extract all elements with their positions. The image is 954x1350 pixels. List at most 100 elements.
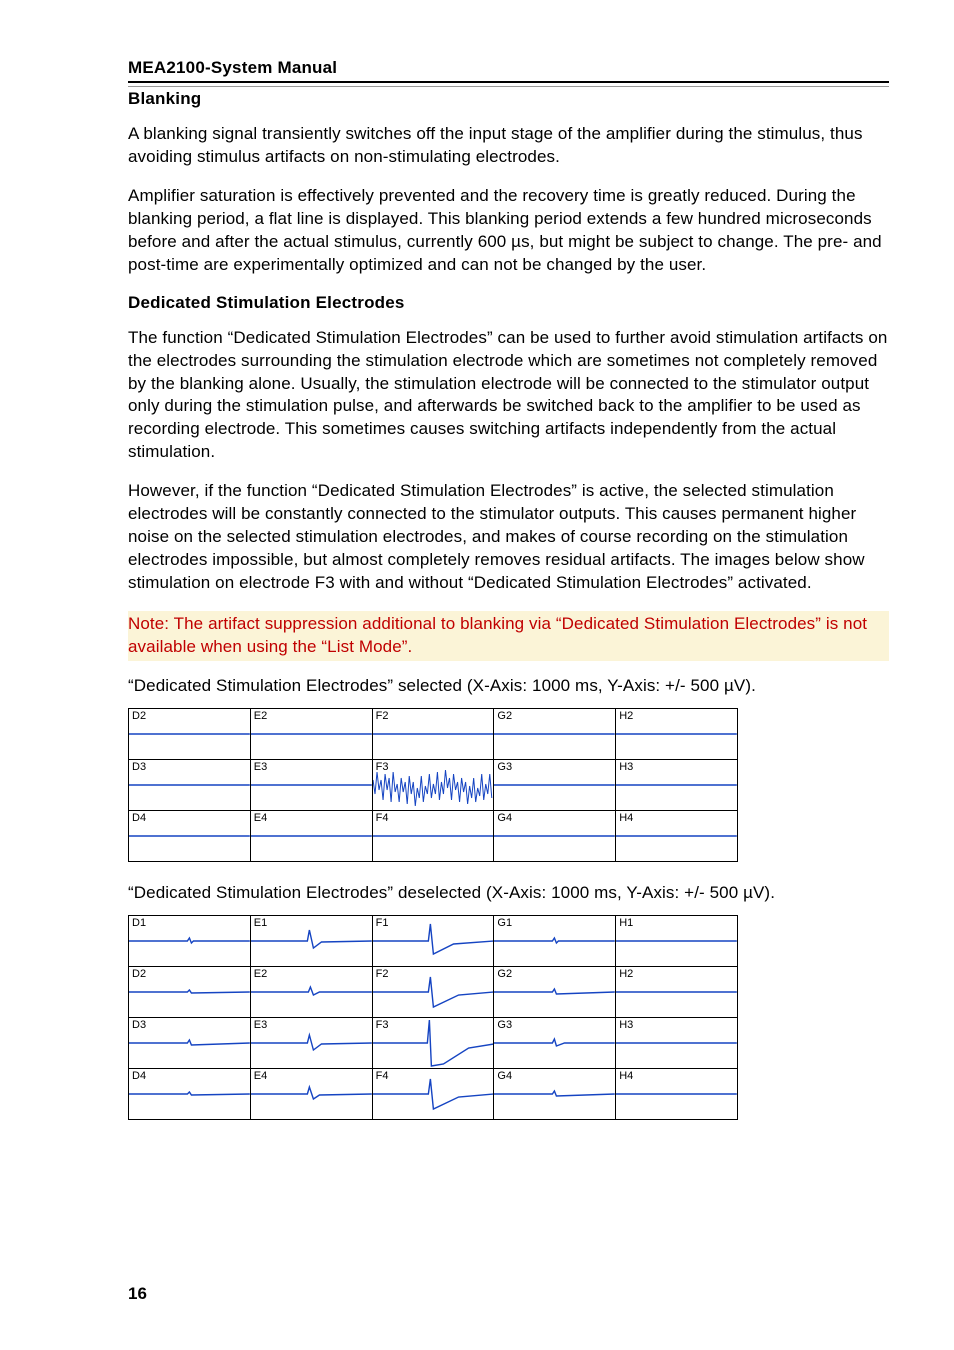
cell-F4: F4: [373, 811, 495, 861]
trace-icon: [373, 1069, 494, 1119]
trace-icon: [494, 709, 615, 759]
paragraph: Amplifier saturation is effectively prev…: [128, 185, 889, 277]
cell-label: E1: [254, 917, 267, 929]
cell-label: E4: [254, 812, 267, 824]
cell-E4: E4: [251, 1069, 373, 1119]
cell-label: D4: [132, 1070, 146, 1082]
cell-D2: D2: [129, 709, 251, 759]
cell-F1: F1: [373, 916, 495, 966]
cell-H1: H1: [616, 916, 737, 966]
trace-icon: [373, 811, 494, 861]
cell-label: D2: [132, 710, 146, 722]
cell-E3: E3: [251, 760, 373, 810]
trace-icon: [129, 760, 250, 810]
cell-label: G2: [497, 968, 512, 980]
cell-D3: D3: [129, 1018, 251, 1068]
trace-icon: [494, 760, 615, 810]
trace-icon: [616, 1018, 737, 1068]
cell-G3: G3: [494, 760, 616, 810]
cell-F3: F3: [373, 760, 495, 810]
cell-E1: E1: [251, 916, 373, 966]
electrode-grid-deselected: D1 E1 F1 G1 H1 D2 E2 F2 G2 H2: [128, 915, 738, 1120]
cell-label: F4: [376, 812, 389, 824]
electrode-grid-selected: D2 E2 F2 G2 H2 D3 E3 F3 G3 H3: [128, 708, 738, 862]
trace-icon: [616, 967, 737, 1017]
trace-icon: [129, 1018, 250, 1068]
cell-D4: D4: [129, 811, 251, 861]
cell-H3: H3: [616, 1018, 737, 1068]
cell-label: E2: [254, 710, 267, 722]
cell-label: H3: [619, 761, 633, 773]
cell-label: F3: [376, 761, 389, 773]
trace-icon: [251, 709, 372, 759]
cell-label: H3: [619, 1019, 633, 1031]
cell-label: E4: [254, 1070, 267, 1082]
trace-icon: [494, 967, 615, 1017]
cell-label: F2: [376, 968, 389, 980]
cell-label: F1: [376, 917, 389, 929]
trace-icon: [494, 1018, 615, 1068]
cell-label: H4: [619, 812, 633, 824]
cell-label: G3: [497, 761, 512, 773]
noise-trace-icon: [373, 760, 494, 810]
section-heading-dedicated: Dedicated Stimulation Electrodes: [128, 293, 889, 313]
cell-label: H2: [619, 968, 633, 980]
trace-icon: [129, 811, 250, 861]
trace-icon: [251, 1069, 372, 1119]
cell-label: H1: [619, 917, 633, 929]
cell-H2: H2: [616, 967, 737, 1017]
cell-label: D1: [132, 917, 146, 929]
cell-label: F4: [376, 1070, 389, 1082]
trace-icon: [373, 916, 494, 966]
trace-icon: [494, 916, 615, 966]
trace-icon: [494, 1069, 615, 1119]
paragraph: A blanking signal transiently switches o…: [128, 123, 889, 169]
cell-H3: H3: [616, 760, 737, 810]
trace-icon: [373, 967, 494, 1017]
trace-icon: [129, 709, 250, 759]
cell-label: E3: [254, 1019, 267, 1031]
cell-E2: E2: [251, 967, 373, 1017]
trace-icon: [494, 811, 615, 861]
cell-G1: G1: [494, 916, 616, 966]
trace-icon: [616, 1069, 737, 1119]
cell-label: E3: [254, 761, 267, 773]
cell-G2: G2: [494, 967, 616, 1017]
cell-G3: G3: [494, 1018, 616, 1068]
cell-label: G3: [497, 1019, 512, 1031]
cell-label: F2: [376, 710, 389, 722]
figure-caption: “Dedicated Stimulation Electrodes” desel…: [128, 882, 889, 905]
page-number: 16: [128, 1284, 147, 1304]
cell-D1: D1: [129, 916, 251, 966]
cell-label: D2: [132, 968, 146, 980]
cell-E2: E2: [251, 709, 373, 759]
paragraph: The function “Dedicated Stimulation Elec…: [128, 327, 889, 465]
trace-icon: [616, 709, 737, 759]
cell-label: G1: [497, 917, 512, 929]
cell-E3: E3: [251, 1018, 373, 1068]
trace-icon: [251, 916, 372, 966]
trace-icon: [251, 811, 372, 861]
cell-label: G4: [497, 812, 512, 824]
trace-icon: [251, 967, 372, 1017]
cell-label: F3: [376, 1019, 389, 1031]
cell-H4: H4: [616, 811, 737, 861]
trace-icon: [616, 760, 737, 810]
cell-label: H2: [619, 710, 633, 722]
cell-D3: D3: [129, 760, 251, 810]
cell-G4: G4: [494, 1069, 616, 1119]
cell-label: D3: [132, 761, 146, 773]
note-callout: Note: The artifact suppression additiona…: [128, 611, 889, 661]
cell-F3: F3: [373, 1018, 495, 1068]
cell-label: H4: [619, 1070, 633, 1082]
cell-G4: G4: [494, 811, 616, 861]
cell-E4: E4: [251, 811, 373, 861]
trace-icon: [129, 1069, 250, 1119]
paragraph: However, if the function “Dedicated Stim…: [128, 480, 889, 595]
cell-label: D3: [132, 1019, 146, 1031]
cell-F2: F2: [373, 967, 495, 1017]
cell-label: D4: [132, 812, 146, 824]
figure-caption: “Dedicated Stimulation Electrodes” selec…: [128, 675, 889, 698]
manual-title: MEA2100-System Manual: [128, 58, 889, 83]
trace-icon: [373, 709, 494, 759]
